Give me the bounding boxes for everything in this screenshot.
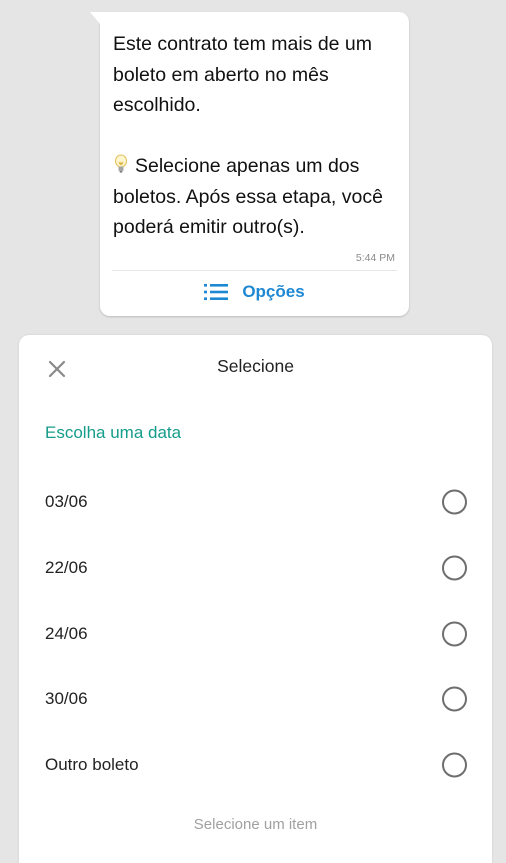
radio-button[interactable] <box>442 621 467 647</box>
message-line-1: Este contrato tem mais de um boleto em a… <box>113 33 378 116</box>
message-text: Este contrato tem mais de um boleto em a… <box>113 29 397 243</box>
sheet-title: Selecione <box>217 356 294 376</box>
message-line-2: Selecione apenas um dos boletos. Após es… <box>113 155 389 238</box>
option-label: Outro boleto <box>45 755 139 774</box>
bubble-tail <box>90 12 100 24</box>
option-label: 30/06 <box>45 689 88 708</box>
section-label: Escolha uma data <box>45 423 182 442</box>
selection-hint: Selecione um item <box>193 816 318 833</box>
option-row[interactable]: 03/06 <box>19 474 492 530</box>
options-button-label: Opções <box>242 282 305 301</box>
option-row[interactable]: 24/06 <box>19 606 492 662</box>
lightbulb-icon <box>115 154 127 173</box>
radio-button[interactable] <box>442 752 467 778</box>
list-icon <box>204 284 229 300</box>
option-row[interactable]: 30/06 <box>19 671 492 727</box>
option-label: 24/06 <box>45 624 88 643</box>
radio-button[interactable] <box>442 489 467 515</box>
options-button[interactable]: Opções <box>100 272 409 312</box>
chat-message-bubble: Este contrato tem mais de um boleto em a… <box>90 12 409 316</box>
message-timestamp: 5:44 PM <box>355 252 395 264</box>
option-row[interactable]: Outro boleto <box>19 737 492 793</box>
selection-sheet: Selecione Escolha uma data 03/06 22/06 2… <box>19 335 492 863</box>
option-label: 22/06 <box>45 558 88 577</box>
option-row[interactable]: 22/06 <box>19 540 492 596</box>
bubble-divider <box>112 270 397 271</box>
option-label: 03/06 <box>45 492 88 511</box>
radio-button[interactable] <box>442 555 467 581</box>
radio-button[interactable] <box>442 686 467 712</box>
